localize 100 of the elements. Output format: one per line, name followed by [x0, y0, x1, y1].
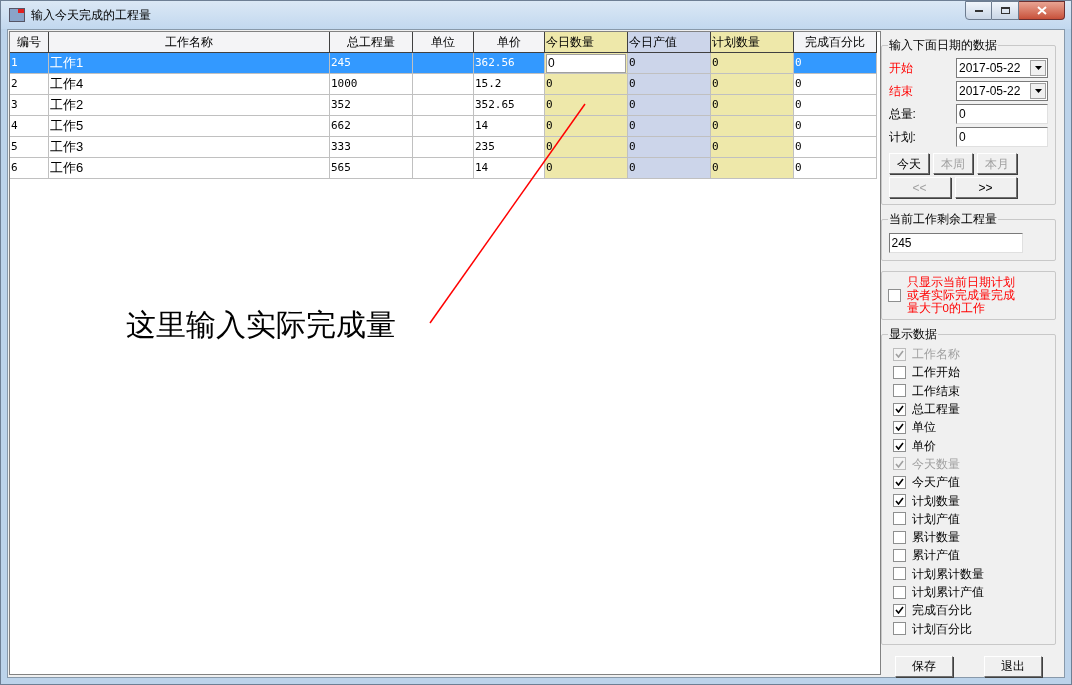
- table-cell-text: 0: [545, 159, 553, 176]
- checkbox[interactable]: [892, 439, 906, 453]
- remaining-field[interactable]: 245: [888, 233, 1023, 253]
- table-row[interactable]: 6 工作6 565 14 0 0 0 0: [10, 158, 880, 179]
- period-button[interactable]: 今天: [888, 153, 929, 174]
- checkbox[interactable]: [892, 622, 906, 636]
- column-header[interactable]: 今日数量: [545, 32, 628, 53]
- table-cell-text: 0: [545, 117, 553, 134]
- table-cell-text: 362.56: [474, 54, 515, 71]
- app-icon: [9, 8, 25, 22]
- checkbox[interactable]: [892, 585, 906, 599]
- table-cell-text: 352: [330, 96, 351, 113]
- column-header[interactable]: 总工程量: [330, 32, 413, 53]
- cell-input[interactable]: 0: [546, 53, 626, 73]
- nav-button[interactable]: >>: [954, 177, 1017, 198]
- checkbox-label: 累计数量: [911, 529, 960, 547]
- table-cell-text: 0: [711, 159, 719, 176]
- table-cell-text: 0: [628, 117, 636, 134]
- group-title: 当前工作剩余工程量: [887, 211, 998, 227]
- checkbox[interactable]: [892, 494, 906, 507]
- checkbox[interactable]: [892, 402, 906, 416]
- checkbox-label: 计划产值: [911, 510, 960, 528]
- checkbox-label: 总工程量: [911, 401, 960, 419]
- column-header[interactable]: 单位: [413, 32, 474, 53]
- table-cell-text: 0: [628, 159, 636, 176]
- column-header[interactable]: 完成百分比: [794, 32, 877, 53]
- checkbox-label: 计划累计产值: [911, 584, 984, 601]
- checkbox-label: 累计产值: [911, 547, 960, 565]
- table-cell-text: 0: [711, 75, 719, 92]
- table-cell-text: 0: [711, 117, 719, 134]
- table-cell-text: 2: [10, 75, 18, 92]
- checkbox-label: 完成百分比: [911, 602, 972, 620]
- checkbox[interactable]: [892, 420, 906, 434]
- table-cell-text: 333: [330, 138, 351, 155]
- dialog-button[interactable]: 保存: [894, 655, 953, 677]
- table-cell-text: 0: [628, 96, 636, 113]
- table-cell-text: 0: [711, 54, 719, 71]
- minimize-button[interactable]: [965, 1, 992, 20]
- checkbox-label: 今天产值: [911, 474, 960, 492]
- checkbox[interactable]: [892, 603, 906, 617]
- table-cell-text: 0: [628, 54, 636, 71]
- field-label: 总量:: [888, 106, 916, 123]
- date-combo[interactable]: 2017-05-22: [956, 81, 1048, 101]
- table-cell-text: 245: [330, 54, 351, 71]
- input-field[interactable]: 0: [956, 104, 1048, 124]
- table-cell-text: 工作1: [49, 54, 84, 73]
- table-cell-text: 0: [545, 75, 553, 92]
- checkbox-label: 计划数量: [911, 492, 960, 510]
- checkbox[interactable]: [892, 365, 906, 379]
- table-cell-text: 565: [330, 159, 351, 176]
- checkbox-label: 工作名称: [911, 346, 960, 364]
- checkbox[interactable]: [892, 475, 906, 489]
- table-row[interactable]: 3 工作2 352 352.65 0 0 0 0: [10, 95, 880, 116]
- column-header[interactable]: 工作名称: [49, 32, 330, 53]
- checkbox[interactable]: [892, 548, 906, 562]
- checkbox-label: 单价: [911, 437, 936, 455]
- column-header[interactable]: 今日产值: [628, 32, 711, 53]
- date-label: 结束: [888, 83, 913, 100]
- table-cell-text: 工作5: [49, 117, 84, 136]
- dialog-button[interactable]: 退出: [984, 655, 1042, 677]
- table-cell-text: 14: [474, 159, 489, 176]
- table-row[interactable]: 1 工作1 245 362.56 0 0 0 0: [10, 53, 880, 74]
- table-row[interactable]: 4 工作5 662 14 0 0 0 0: [10, 116, 880, 137]
- date-label: 开始: [888, 60, 913, 77]
- window-title: 输入今天完成的工程量: [31, 7, 151, 24]
- table-cell-text: 0: [794, 159, 802, 176]
- checkbox-label: 计划百分比: [911, 620, 972, 638]
- table-cell-text: 0: [628, 75, 636, 92]
- table-row[interactable]: 2 工作4 1000 15.2 0 0 0 0: [10, 74, 880, 95]
- table-cell-text: 3: [10, 96, 18, 113]
- checkbox[interactable]: [892, 384, 906, 398]
- table-cell-text: 14: [474, 117, 489, 134]
- table-row[interactable]: 5 工作3 333 235 0 0 0 0: [10, 137, 880, 158]
- table-cell-text: 662: [330, 117, 351, 134]
- table-cell-text: 工作2: [49, 96, 84, 115]
- checkbox[interactable]: [892, 530, 906, 544]
- close-icon: [1036, 6, 1047, 15]
- column-header[interactable]: 计划数量: [711, 32, 794, 53]
- column-header[interactable]: 单价: [474, 32, 545, 53]
- table-cell-text: 0: [545, 96, 553, 113]
- column-header[interactable]: 编号: [10, 32, 49, 53]
- input-field[interactable]: 0: [956, 127, 1048, 147]
- checkbox[interactable]: [892, 512, 906, 526]
- table-cell-text: 0: [711, 138, 719, 155]
- table-cell-text: 15.2: [474, 75, 502, 92]
- maximize-button[interactable]: [992, 1, 1019, 20]
- checkbox[interactable]: [887, 289, 901, 302]
- table-cell-text: 0: [711, 96, 719, 113]
- checkbox[interactable]: [892, 567, 906, 581]
- table-cell-text: 1: [10, 54, 18, 71]
- close-button[interactable]: [1019, 1, 1065, 20]
- date-combo[interactable]: 2017-05-22: [956, 58, 1048, 78]
- checkbox-label: 工作结束: [911, 382, 960, 400]
- table-cell-text: 352.65: [474, 96, 515, 113]
- table-cell-text: 0: [628, 138, 636, 155]
- table-cell-text: 0: [794, 117, 802, 134]
- filter-label: 只显示当前日期计划或者实际完成量完成量大于0的工作: [906, 276, 1016, 315]
- table-cell-text: 6: [10, 159, 18, 176]
- table-cell-text: 工作6: [49, 159, 84, 178]
- annotation-text: 这里输入实际完成量: [126, 307, 396, 343]
